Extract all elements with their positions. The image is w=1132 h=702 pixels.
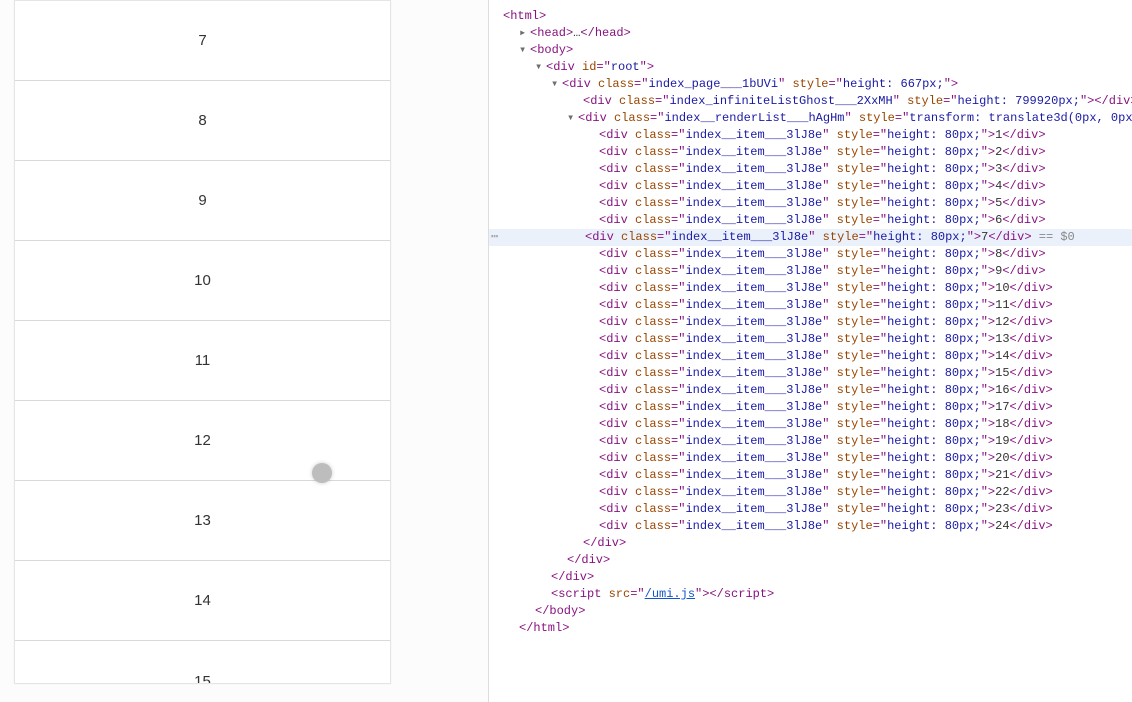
selected-marker: == $0	[1039, 230, 1075, 244]
list-item[interactable]: 8	[15, 81, 390, 161]
dom-node-item[interactable]: <div class="index__item___3lJ8e" style="…	[503, 433, 1132, 450]
elements-panel[interactable]: <html> ▸<head>…</head> ▾<body> ▾<div id=…	[488, 0, 1132, 702]
dom-node-html[interactable]: <html>	[503, 8, 1132, 25]
app-root: 789101112131415 <html> ▸<head>…</head> ▾…	[0, 0, 1132, 702]
dom-node-item[interactable]: <div class="index__item___3lJ8e" style="…	[503, 450, 1132, 467]
dom-node-item[interactable]: <div class="index__item___3lJ8e" style="…	[503, 127, 1132, 144]
dom-node-root-close[interactable]: </div>	[503, 569, 1132, 586]
dom-node-item[interactable]: <div class="index__item___3lJ8e" style="…	[503, 144, 1132, 161]
dom-node-item[interactable]: <div class="index__item___3lJ8e" style="…	[503, 518, 1132, 535]
dom-node-ghost[interactable]: <div class="index_infiniteListGhost___2X…	[503, 93, 1132, 110]
list-item[interactable]: 7	[15, 1, 390, 81]
dom-node-script[interactable]: <script src="/umi.js"></script>	[503, 586, 1132, 603]
dom-node-item[interactable]: <div class="index__item___3lJ8e" style="…	[503, 484, 1132, 501]
dom-node-item[interactable]: <div class="index__item___3lJ8e" style="…	[503, 161, 1132, 178]
dom-node-item[interactable]: <div class="index__item___3lJ8e" style="…	[503, 263, 1132, 280]
dom-node-head[interactable]: ▸<head>…</head>	[503, 25, 1132, 42]
attr-style-value: transform: translate3d(0px, 0px, 0px);	[909, 111, 1132, 125]
touch-cursor-icon	[312, 463, 332, 483]
list-item[interactable]: 15	[15, 641, 390, 684]
infinite-list[interactable]: 789101112131415	[14, 0, 391, 684]
attr-style-value: height: 667px;	[843, 77, 944, 91]
preview-pane: 789101112131415	[0, 0, 488, 702]
list-item[interactable]: 10	[15, 241, 390, 321]
attr-style-value: height: 799920px;	[958, 94, 1080, 108]
more-icon[interactable]: ⋯	[491, 229, 498, 246]
dom-node-item[interactable]: <div class="index__item___3lJ8e" style="…	[503, 314, 1132, 331]
dom-node-root[interactable]: ▾<div id="root">	[503, 59, 1132, 76]
dom-node-item[interactable]: <div class="index__item___3lJ8e" style="…	[503, 212, 1132, 229]
dom-node-page-close[interactable]: </div>	[503, 552, 1132, 569]
dom-node-body-open[interactable]: ▾<body>	[503, 42, 1132, 59]
dom-node-item[interactable]: <div class="index__item___3lJ8e" style="…	[503, 416, 1132, 433]
dom-node-page[interactable]: ▾<div class="index_page___1bUVi" style="…	[503, 76, 1132, 93]
list-item[interactable]: 11	[15, 321, 390, 401]
dom-node-item[interactable]: <div class="index__item___3lJ8e" style="…	[503, 365, 1132, 382]
dom-node-body-close[interactable]: </body>	[503, 603, 1132, 620]
dom-node-html-close[interactable]: </html>	[503, 620, 1132, 637]
dom-node-item[interactable]: <div class="index__item___3lJ8e" style="…	[503, 348, 1132, 365]
dom-node-item[interactable]: <div class="index__item___3lJ8e" style="…	[503, 331, 1132, 348]
dom-node-item[interactable]: <div class="index__item___3lJ8e" style="…	[503, 297, 1132, 314]
list-item[interactable]: 13	[15, 481, 390, 561]
list-item[interactable]: 14	[15, 561, 390, 641]
dom-node-item[interactable]: <div class="index__item___3lJ8e" style="…	[503, 399, 1132, 416]
dom-node-item[interactable]: <div class="index__item___3lJ8e" style="…	[503, 280, 1132, 297]
dom-node-renderlist-close[interactable]: </div>	[503, 535, 1132, 552]
dom-node-renderlist[interactable]: ▾<div class="index__renderList___hAgHm" …	[503, 110, 1132, 127]
dom-node-item[interactable]: <div class="index__item___3lJ8e" style="…	[503, 195, 1132, 212]
attr-class-value: index__renderList___hAgHm	[664, 111, 844, 125]
list-item[interactable]: 12	[15, 401, 390, 481]
dom-node-item[interactable]: <div class="index__item___3lJ8e" style="…	[503, 246, 1132, 263]
dom-node-item[interactable]: <div class="index__item___3lJ8e" style="…	[503, 501, 1132, 518]
attr-class-value: index_infiniteListGhost___2XxMH	[669, 94, 892, 108]
dom-node-item[interactable]: <div class="index__item___3lJ8e" style="…	[503, 382, 1132, 399]
list-item[interactable]: 9	[15, 161, 390, 241]
dom-node-item[interactable]: <div class="index__item___3lJ8e" style="…	[503, 178, 1132, 195]
dom-node-item[interactable]: <div class="index__item___3lJ8e" style="…	[503, 467, 1132, 484]
attr-class-value: index_page___1bUVi	[648, 77, 778, 91]
attr-id-value: root	[611, 60, 640, 74]
dom-node-item[interactable]: ⋯<div class="index__item___3lJ8e" style=…	[489, 229, 1132, 246]
script-src-link[interactable]: /umi.js	[645, 587, 695, 601]
